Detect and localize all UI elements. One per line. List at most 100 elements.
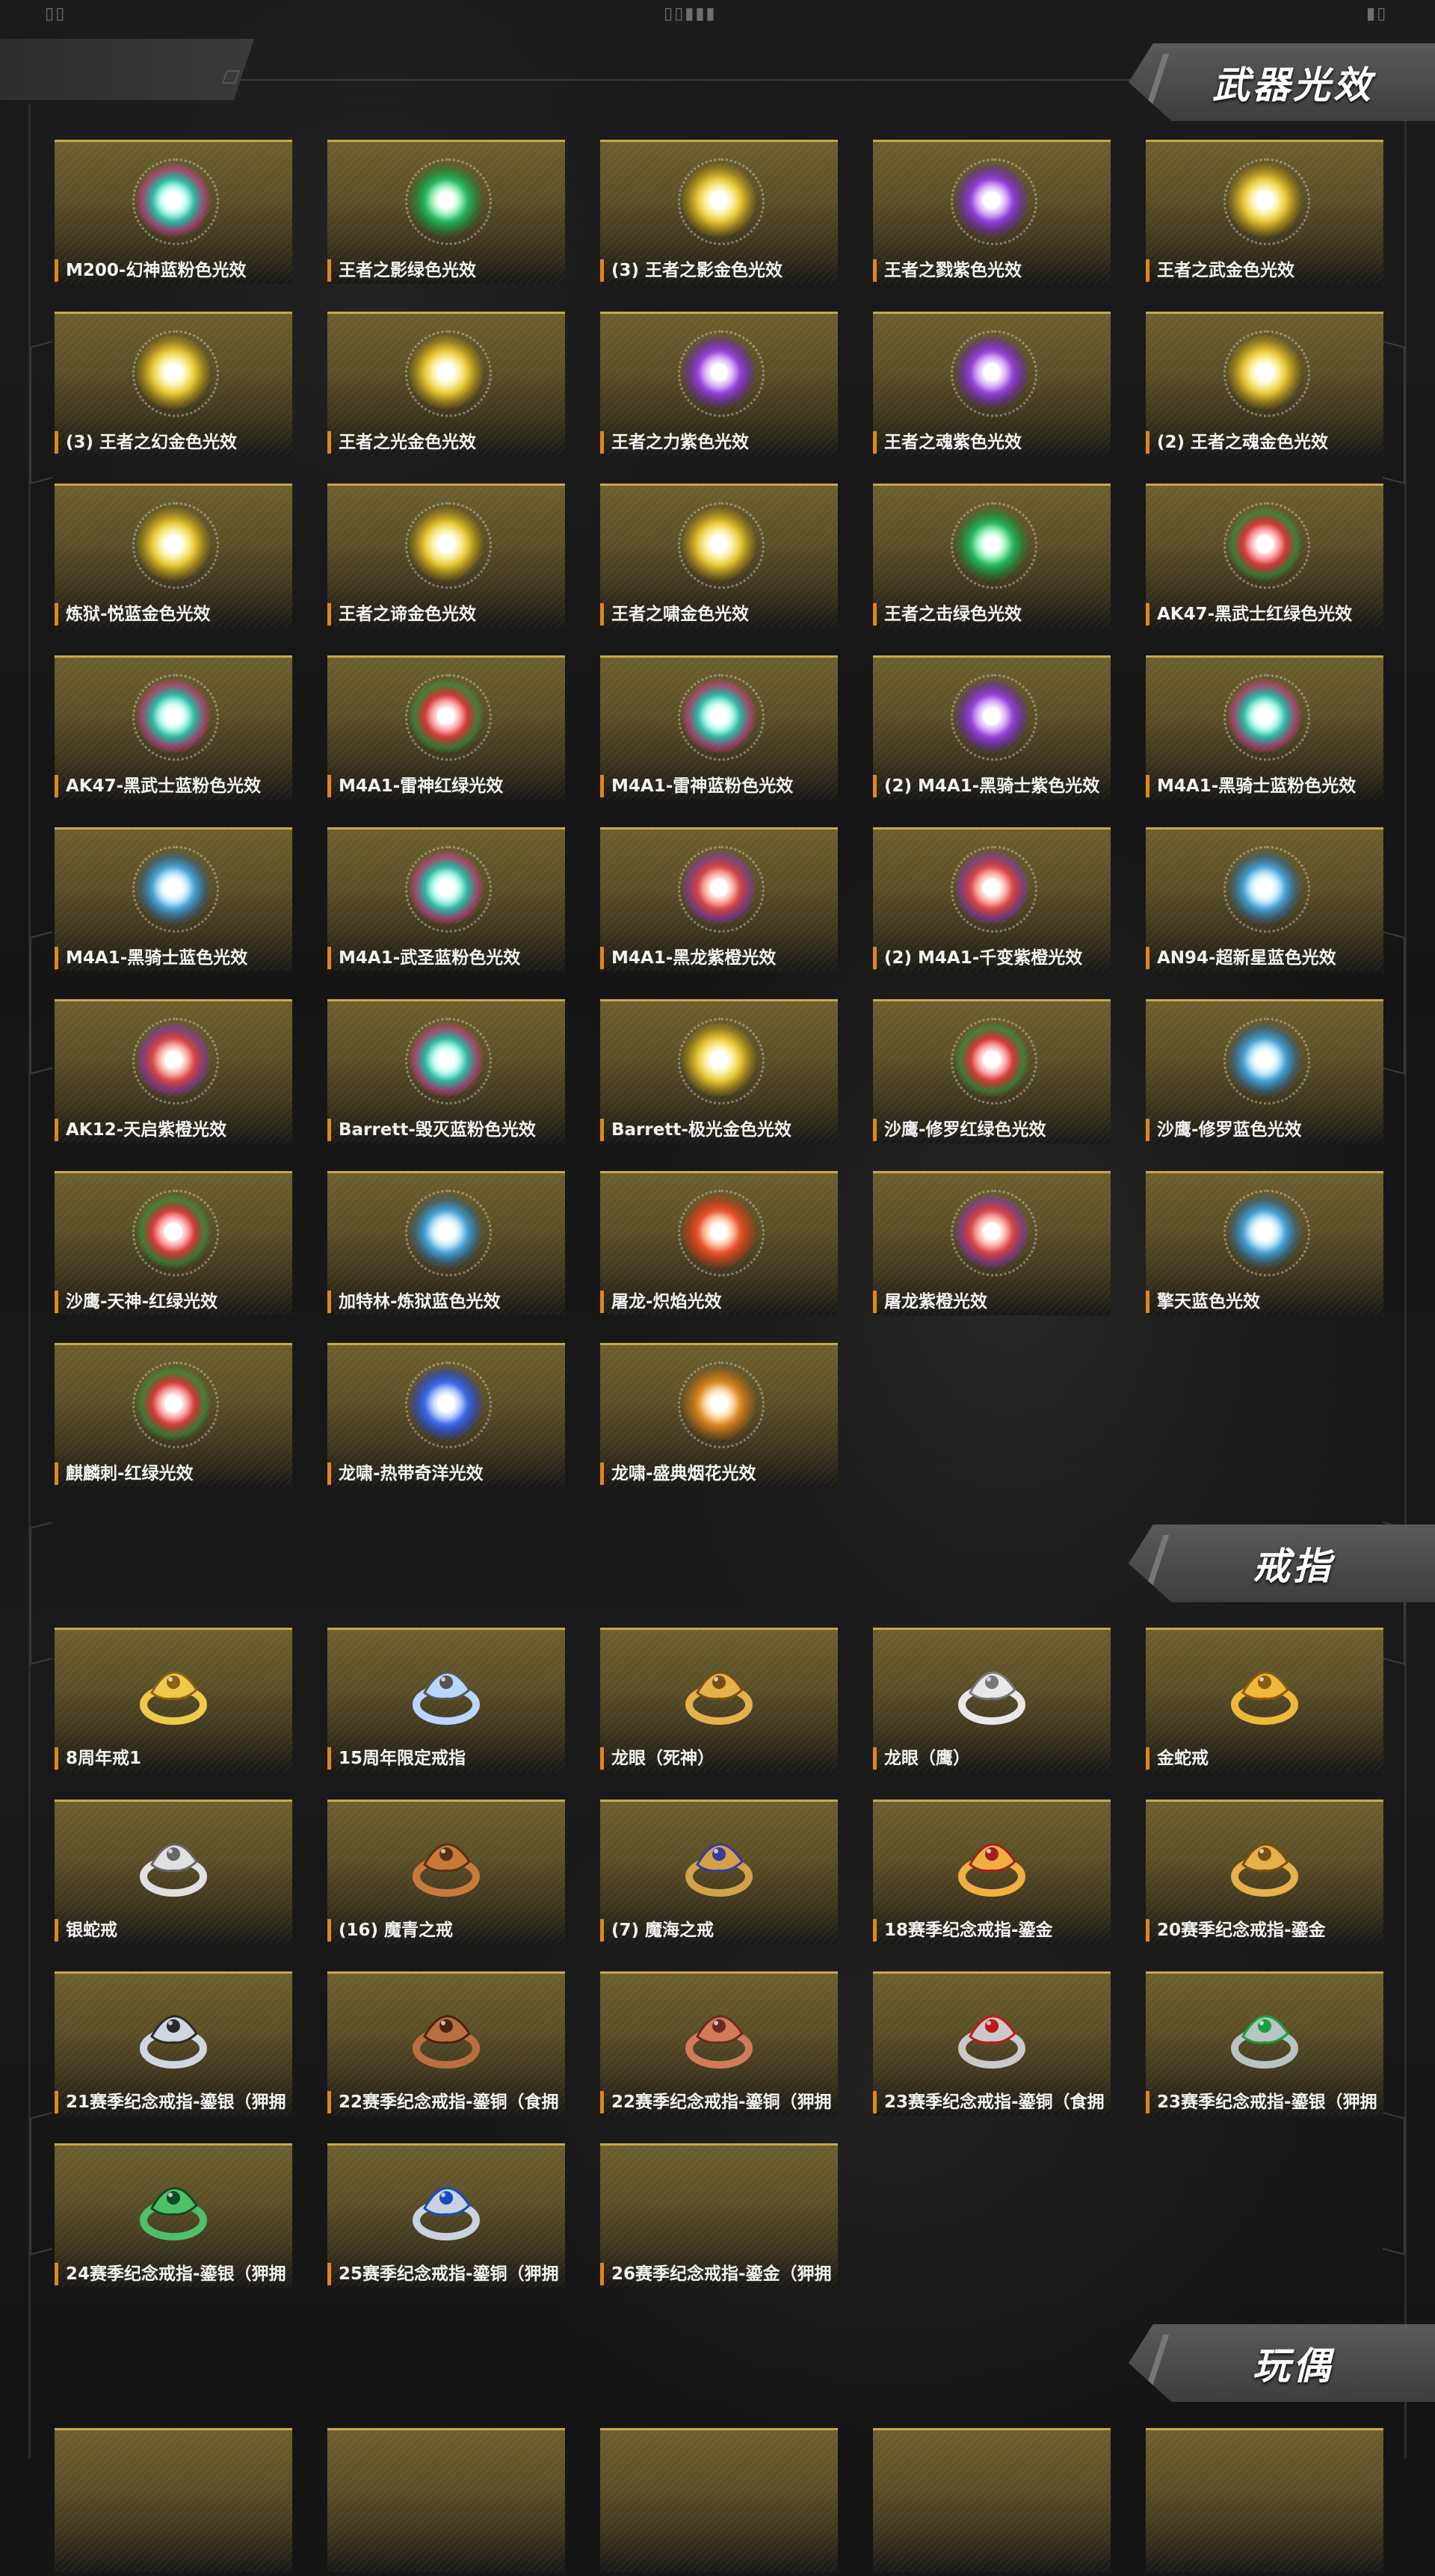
card-label: M200-幻神蓝粉色光效 (55, 259, 292, 282)
card-label: (3) 王者之幻金色光效 (55, 431, 292, 454)
star-ring-icon (402, 1646, 490, 1735)
item-card[interactable]: M200-幻神蓝粉色光效 (55, 140, 292, 288)
card-label: (7) 魔海之戒 (600, 1919, 838, 1942)
glow-orb-icon (1227, 1022, 1302, 1097)
glow-orb-icon (136, 335, 211, 410)
card-label: 25赛季纪念戒指-鎏铜（狎拥 (327, 2263, 565, 2285)
item-card[interactable]: (3) 王者之影金色光效 (600, 140, 838, 288)
item-card[interactable]: M4A1-黑骑士蓝粉色光效 (1146, 655, 1383, 803)
item-card[interactable]: 22赛季纪念戒指-鎏铜（食拥 (327, 1971, 565, 2119)
item-card[interactable]: 20赛季纪念戒指-鎏金 (1146, 1800, 1383, 1948)
item-card[interactable]: M4A1-雷神蓝粉色光效 (600, 655, 838, 803)
item-card[interactable]: AK47-黑武士红绿色光效 (1146, 484, 1383, 631)
top-deco-center: ▯▯▮▮▮ (664, 4, 717, 23)
item-card[interactable]: 沙鹰-修罗红绿色光效 (873, 999, 1111, 1147)
item-card[interactable]: 银蛇戒 (55, 1800, 292, 1948)
item-card[interactable]: 王者之谛金色光效 (327, 484, 565, 631)
item-card[interactable]: 屠龙-炽焰光效 (600, 1171, 838, 1319)
frame-bracket-left (30, 1521, 52, 1666)
item-card[interactable]: AN94-超新星蓝色光效 (1146, 827, 1383, 975)
section-title-text: 玩偶 (1253, 2344, 1333, 2388)
section-title-text: 武器光效 (1212, 64, 1374, 107)
item-card[interactable]: 王者之光金色光效 (327, 312, 565, 460)
item-card[interactable]: AK12-天启紫橙光效 (55, 999, 292, 1147)
item-card[interactable] (55, 2428, 292, 2576)
item-card[interactable]: Barrett-极光金色光效 (600, 999, 838, 1147)
item-card[interactable] (1146, 2428, 1383, 2576)
item-card[interactable]: (3) 王者之幻金色光效 (55, 312, 292, 460)
glow-orb-icon (682, 850, 756, 925)
item-card[interactable]: M4A1-黑龙紫橙光效 (600, 827, 838, 975)
section-title-text: 戒指 (1253, 1545, 1333, 1588)
item-card[interactable]: 加特林-炼狱蓝色光效 (327, 1171, 565, 1319)
dragon-ring-icon (675, 1646, 763, 1735)
emerald-ring-icon (1220, 1990, 1309, 2078)
sea-demon-ring-icon (675, 1818, 763, 1906)
item-card[interactable]: 22赛季纪念戒指-鎏铜（狎拥 (600, 1971, 838, 2119)
card-label: 麒麟刺-红绿光效 (55, 1462, 292, 1485)
card-label: M4A1-黑骑士蓝粉色光效 (1146, 775, 1383, 797)
card-label: 20赛季纪念戒指-鎏金 (1146, 1919, 1383, 1942)
item-card[interactable]: 龙啸-热带奇洋光效 (327, 1343, 565, 1491)
card-label: 王者之力紫色光效 (600, 431, 838, 454)
item-card[interactable]: 24赛季纪念戒指-鎏银（狎拥 (55, 2143, 292, 2291)
glow-orb-icon (682, 1366, 756, 1441)
item-card[interactable]: 21赛季纪念戒指-鎏银（狎拥 (55, 1971, 292, 2119)
frame-bracket-left (30, 2111, 52, 2256)
item-card[interactable]: (2) 王者之魂金色光效 (1146, 312, 1383, 460)
item-card[interactable]: 15周年限定戒指 (327, 1628, 565, 1776)
card-label: 炼狱-悦蓝金色光效 (55, 603, 292, 626)
item-card[interactable]: AK47-黑武士蓝粉色光效 (55, 655, 292, 803)
item-card[interactable]: 龙啸-盛典烟花光效 (600, 1343, 838, 1491)
item-card[interactable]: M4A1-黑骑士蓝色光效 (55, 827, 292, 975)
item-card[interactable]: 沙鹰-天神-红绿光效 (55, 1171, 292, 1319)
item-card[interactable]: 麒麟刺-红绿光效 (55, 1343, 292, 1491)
item-card[interactable]: M4A1-雷神红绿光效 (327, 655, 565, 803)
item-card[interactable]: 8周年戒1 (55, 1628, 292, 1776)
section-title-weapon-fx: 武器光效 (1129, 43, 1435, 121)
card-artwork (600, 2428, 838, 2572)
item-card[interactable]: (2) M4A1-黑骑士紫色光效 (873, 655, 1111, 803)
item-card[interactable]: 屠龙紫橙光效 (873, 1171, 1111, 1319)
item-card[interactable]: (16) 魔青之戒 (327, 1800, 565, 1948)
glow-orb-icon (1227, 850, 1302, 925)
card-artwork (1146, 2428, 1383, 2572)
item-card[interactable]: 金蛇戒 (1146, 1628, 1383, 1776)
item-card[interactable]: 王者之影绿色光效 (327, 140, 565, 288)
card-label: 加特林-炼狱蓝色光效 (327, 1291, 565, 1313)
item-card[interactable]: M4A1-武圣蓝粉色光效 (327, 827, 565, 975)
item-card[interactable]: 龙眼（鹰） (873, 1628, 1111, 1776)
item-card[interactable]: 25赛季纪念戒指-鎏铜（狎拥 (327, 2143, 565, 2291)
item-card[interactable]: 23赛季纪念戒指-鎏银（狎拥 (1146, 1971, 1383, 2119)
item-card[interactable]: 18赛季纪念戒指-鎏金 (873, 1800, 1111, 1948)
item-card[interactable]: 王者之啸金色光效 (600, 484, 838, 631)
item-card[interactable]: 炼狱-悦蓝金色光效 (55, 484, 292, 631)
glow-orb-icon (136, 507, 211, 581)
glow-orb-icon (1227, 1194, 1302, 1269)
card-label: 王者之魂紫色光效 (873, 431, 1111, 454)
glow-orb-icon (682, 163, 756, 238)
item-card[interactable]: 王者之武金色光效 (1146, 140, 1383, 288)
card-label: 8周年戒1 (55, 1747, 292, 1770)
item-card[interactable]: (7) 魔海之戒 (600, 1800, 838, 1948)
item-card[interactable]: 王者之击绿色光效 (873, 484, 1111, 631)
glow-orb-icon (136, 163, 211, 238)
item-card[interactable] (600, 2428, 838, 2576)
card-label: 龙啸-盛典烟花光效 (600, 1462, 838, 1485)
item-card[interactable]: 沙鹰-修罗蓝色光效 (1146, 999, 1383, 1147)
item-card[interactable]: 擎天蓝色光效 (1146, 1171, 1383, 1319)
card-label: 王者之击绿色光效 (873, 603, 1111, 626)
item-card[interactable]: 龙眼（死神） (600, 1628, 838, 1776)
item-card[interactable]: (2) M4A1-千变紫橙光效 (873, 827, 1111, 975)
glow-orb-icon (136, 1194, 211, 1269)
card-label: 龙眼（鹰） (873, 1747, 1111, 1770)
card-label: (2) M4A1-千变紫橙光效 (873, 947, 1111, 969)
item-card[interactable]: 王者之戮紫色光效 (873, 140, 1111, 288)
item-card[interactable]: Barrett-毁灭蓝粉色光效 (327, 999, 565, 1147)
item-card[interactable] (327, 2428, 565, 2576)
item-card[interactable]: 王者之力紫色光效 (600, 312, 838, 460)
item-card[interactable] (873, 2428, 1111, 2576)
item-card[interactable]: 23赛季纪念戒指-鎏铜（食拥 (873, 1971, 1111, 2119)
item-card[interactable]: 26赛季纪念戒指-鎏金（狎拥 (600, 2143, 838, 2291)
item-card[interactable]: 王者之魂紫色光效 (873, 312, 1111, 460)
